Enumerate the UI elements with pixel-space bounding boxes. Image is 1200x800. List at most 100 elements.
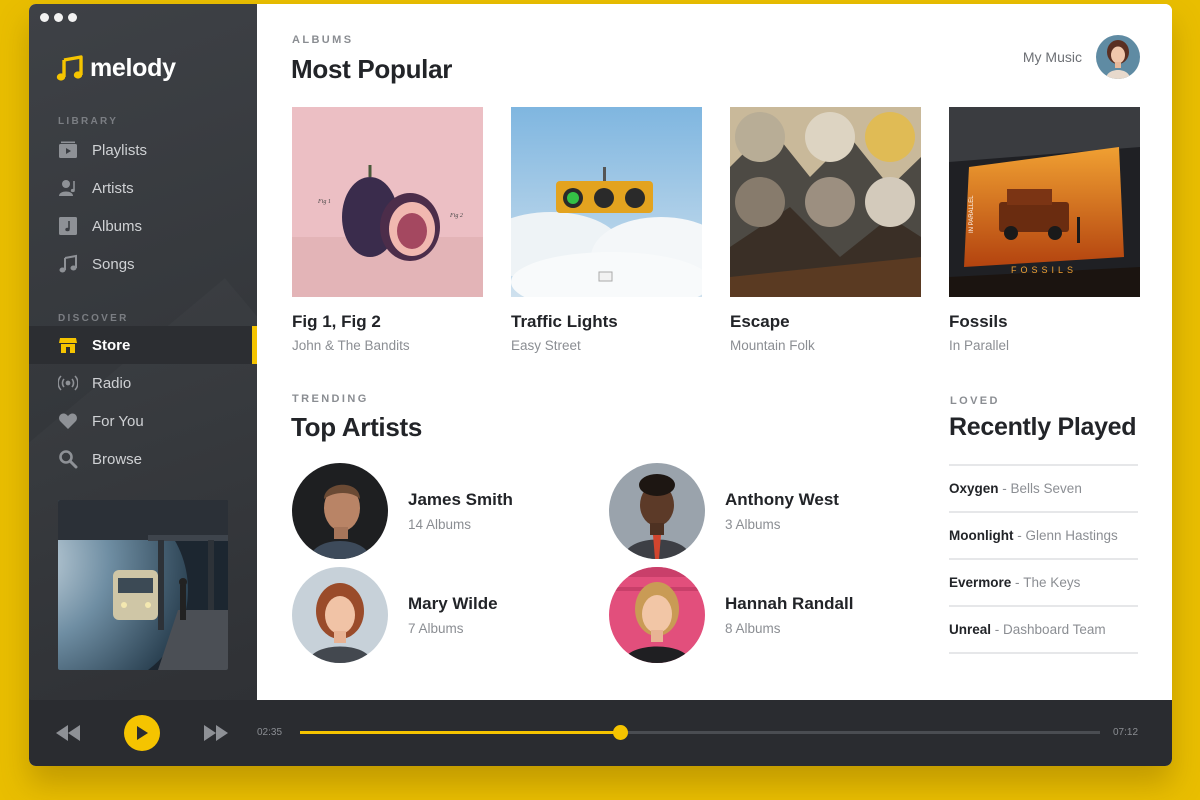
discover-section-label: DISCOVER xyxy=(58,313,129,324)
radio-icon xyxy=(58,373,78,393)
recent-track[interactable]: Oxygen - Bells Seven xyxy=(949,466,1138,513)
album-title[interactable]: Fossils xyxy=(949,312,1140,332)
elapsed-time: 02:35 xyxy=(257,727,283,738)
artist-card[interactable]: Hannah Randall 8 Albums xyxy=(609,567,853,663)
album-artist[interactable]: In Parallel xyxy=(949,338,1140,353)
sidebar-item-playlists[interactable]: Playlists xyxy=(29,131,257,169)
total-duration: 07:12 xyxy=(1113,727,1139,738)
search-icon xyxy=(58,449,78,469)
artist-card[interactable]: James Smith 14 Albums xyxy=(292,463,513,559)
sidebar-item-radio[interactable]: Radio xyxy=(29,364,257,402)
artist-photo[interactable] xyxy=(609,463,705,559)
artist-card[interactable]: Mary Wilde 7 Albums xyxy=(292,567,498,663)
track-title: Oxygen xyxy=(949,481,999,496)
fast-forward-icon xyxy=(204,725,228,741)
artist-name[interactable]: James Smith xyxy=(408,490,513,510)
window-close-button[interactable] xyxy=(40,13,49,22)
top-artists-title: Top Artists xyxy=(291,412,423,442)
artist-card[interactable]: Anthony West 3 Albums xyxy=(609,463,839,559)
player-bar: 02:35 07:12 xyxy=(29,700,1172,766)
store-icon xyxy=(58,335,78,355)
window-controls xyxy=(40,13,77,22)
artist-photo[interactable] xyxy=(609,567,705,663)
album-cover[interactable] xyxy=(511,107,702,297)
rewind-button[interactable] xyxy=(56,722,80,744)
avatar[interactable] xyxy=(1096,35,1140,79)
progress-track[interactable] xyxy=(300,725,1100,740)
artist-album-count: 7 Albums xyxy=(408,621,464,636)
album-title[interactable]: Traffic Lights xyxy=(511,312,702,332)
sidebar-item-label: Store xyxy=(92,336,131,354)
trending-kicker: TRENDING xyxy=(292,393,369,405)
sidebar-item-for-you[interactable]: For You xyxy=(29,402,257,440)
sidebar: melody LIBRARY Playlists Artists Albums xyxy=(29,4,257,700)
track-title: Moonlight xyxy=(949,528,1014,543)
album-card[interactable]: Escape Mountain Folk xyxy=(730,107,921,353)
recent-track[interactable]: Moonlight - Glenn Hastings xyxy=(949,513,1138,560)
album-artist[interactable]: Easy Street xyxy=(511,338,702,353)
track-title: Unreal xyxy=(949,622,992,637)
sidebar-item-artists[interactable]: Artists xyxy=(29,169,257,207)
sidebar-item-songs[interactable]: Songs xyxy=(29,245,257,283)
sidebar-item-albums[interactable]: Albums xyxy=(29,207,257,245)
progress-thumb[interactable] xyxy=(613,725,628,740)
window-zoom-button[interactable] xyxy=(68,13,77,22)
track-artist: Bells Seven xyxy=(1010,481,1082,496)
artist-album-count: 14 Albums xyxy=(408,517,472,532)
album-artist[interactable]: John & The Bandits xyxy=(292,338,483,353)
heart-icon xyxy=(58,411,78,431)
play-icon xyxy=(137,726,148,740)
recently-played-list: Oxygen - Bells Seven Moonlight - Glenn H… xyxy=(949,464,1138,654)
artist-icon xyxy=(58,178,78,198)
album-cover[interactable]: FOSSILS IN PARALLEL xyxy=(949,107,1140,297)
artist-name[interactable]: Anthony West xyxy=(725,490,839,510)
sidebar-item-label: Radio xyxy=(92,374,132,392)
album-art-text: Fig 2 xyxy=(449,213,463,219)
track-artist: The Keys xyxy=(1023,575,1081,590)
sidebar-item-store[interactable]: Store xyxy=(29,326,257,364)
albums-kicker: ALBUMS xyxy=(292,34,354,46)
artist-album-count: 3 Albums xyxy=(725,517,781,532)
album-title[interactable]: Escape xyxy=(730,312,921,332)
playlist-icon xyxy=(58,140,78,160)
artist-name[interactable]: Mary Wilde xyxy=(408,594,498,614)
recently-played-title: Recently Played xyxy=(949,413,1137,441)
progress-fill xyxy=(300,731,620,734)
sidebar-item-label: Albums xyxy=(92,217,143,235)
track-artist: Glenn Hastings xyxy=(1025,528,1118,543)
main-content: ALBUMS Most Popular My Music Fig 1 Fig 2… xyxy=(257,4,1172,700)
sidebar-item-label: Playlists xyxy=(92,141,148,159)
album-title[interactable]: Fig 1, Fig 2 xyxy=(292,312,483,332)
album-card[interactable]: FOSSILS IN PARALLEL Fossils In Parallel xyxy=(949,107,1140,353)
now-playing-artwork[interactable] xyxy=(58,500,228,670)
album-card[interactable]: Fig 1 Fig 2 Fig 1, Fig 2 John & The Band… xyxy=(292,107,483,353)
album-card[interactable]: Traffic Lights Easy Street xyxy=(511,107,702,353)
sidebar-item-label: Browse xyxy=(92,450,143,468)
artist-photo[interactable] xyxy=(292,567,388,663)
recent-track[interactable]: Unreal - Dashboard Team xyxy=(949,607,1138,654)
album-art-text: FOSSILS xyxy=(1011,265,1077,275)
sidebar-item-label: For You xyxy=(92,412,144,430)
play-button[interactable] xyxy=(124,715,160,751)
window-minimize-button[interactable] xyxy=(54,13,63,22)
brand-logo[interactable]: melody xyxy=(56,54,176,83)
user-menu[interactable]: My Music xyxy=(1023,35,1140,79)
loved-kicker: LOVED xyxy=(950,395,1000,407)
album-art-text: Fig 1 xyxy=(317,199,331,205)
rewind-icon xyxy=(56,725,80,741)
track-artist: Dashboard Team xyxy=(1003,622,1106,637)
album-cover[interactable]: Fig 1 Fig 2 xyxy=(292,107,483,297)
artist-photo[interactable] xyxy=(292,463,388,559)
sidebar-item-label: Artists xyxy=(92,179,134,197)
my-music-link[interactable]: My Music xyxy=(1023,49,1082,65)
page-title: Most Popular xyxy=(291,54,453,84)
app-window: melody LIBRARY Playlists Artists Albums xyxy=(29,4,1172,766)
fast-forward-button[interactable] xyxy=(204,722,228,744)
artist-name[interactable]: Hannah Randall xyxy=(725,594,853,614)
recent-track[interactable]: Evermore - The Keys xyxy=(949,560,1138,607)
sidebar-item-browse[interactable]: Browse xyxy=(29,440,257,478)
album-artist[interactable]: Mountain Folk xyxy=(730,338,921,353)
artist-album-count: 8 Albums xyxy=(725,621,781,636)
track-title: Evermore xyxy=(949,575,1012,590)
album-cover[interactable] xyxy=(730,107,921,297)
